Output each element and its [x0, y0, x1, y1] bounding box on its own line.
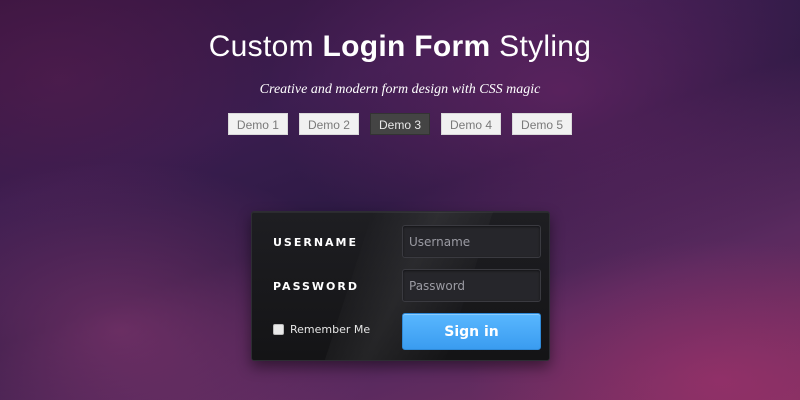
- title-prefix: Custom: [208, 30, 323, 63]
- demo-link-4[interactable]: Demo 4: [441, 113, 502, 135]
- remember-me[interactable]: Remember Me: [273, 323, 370, 336]
- login-form: USERNAME PASSWORD Remember Me Sign in: [251, 211, 550, 361]
- sign-in-button[interactable]: Sign in: [402, 313, 541, 350]
- title-bold: Login Form: [322, 30, 491, 63]
- demo-link-2[interactable]: Demo 2: [298, 113, 359, 135]
- password-label: PASSWORD: [273, 280, 360, 293]
- username-label: USERNAME: [273, 236, 359, 249]
- remember-label: Remember Me: [290, 323, 371, 336]
- password-input[interactable]: [402, 269, 541, 302]
- demo-link-3[interactable]: Demo 3: [369, 113, 431, 135]
- username-input[interactable]: [402, 225, 541, 258]
- title-suffix: Styling: [490, 30, 592, 63]
- remember-checkbox[interactable]: [273, 324, 284, 335]
- demo-link-1[interactable]: Demo 1: [227, 113, 288, 135]
- page-title: Custom Login Form Styling: [0, 30, 800, 64]
- demo-nav: Demo 1 Demo 2 Demo 3 Demo 4 Demo 5: [0, 113, 800, 135]
- demo-link-5[interactable]: Demo 5: [512, 113, 573, 135]
- page-subtitle: Creative and modern form design with CSS…: [259, 82, 541, 97]
